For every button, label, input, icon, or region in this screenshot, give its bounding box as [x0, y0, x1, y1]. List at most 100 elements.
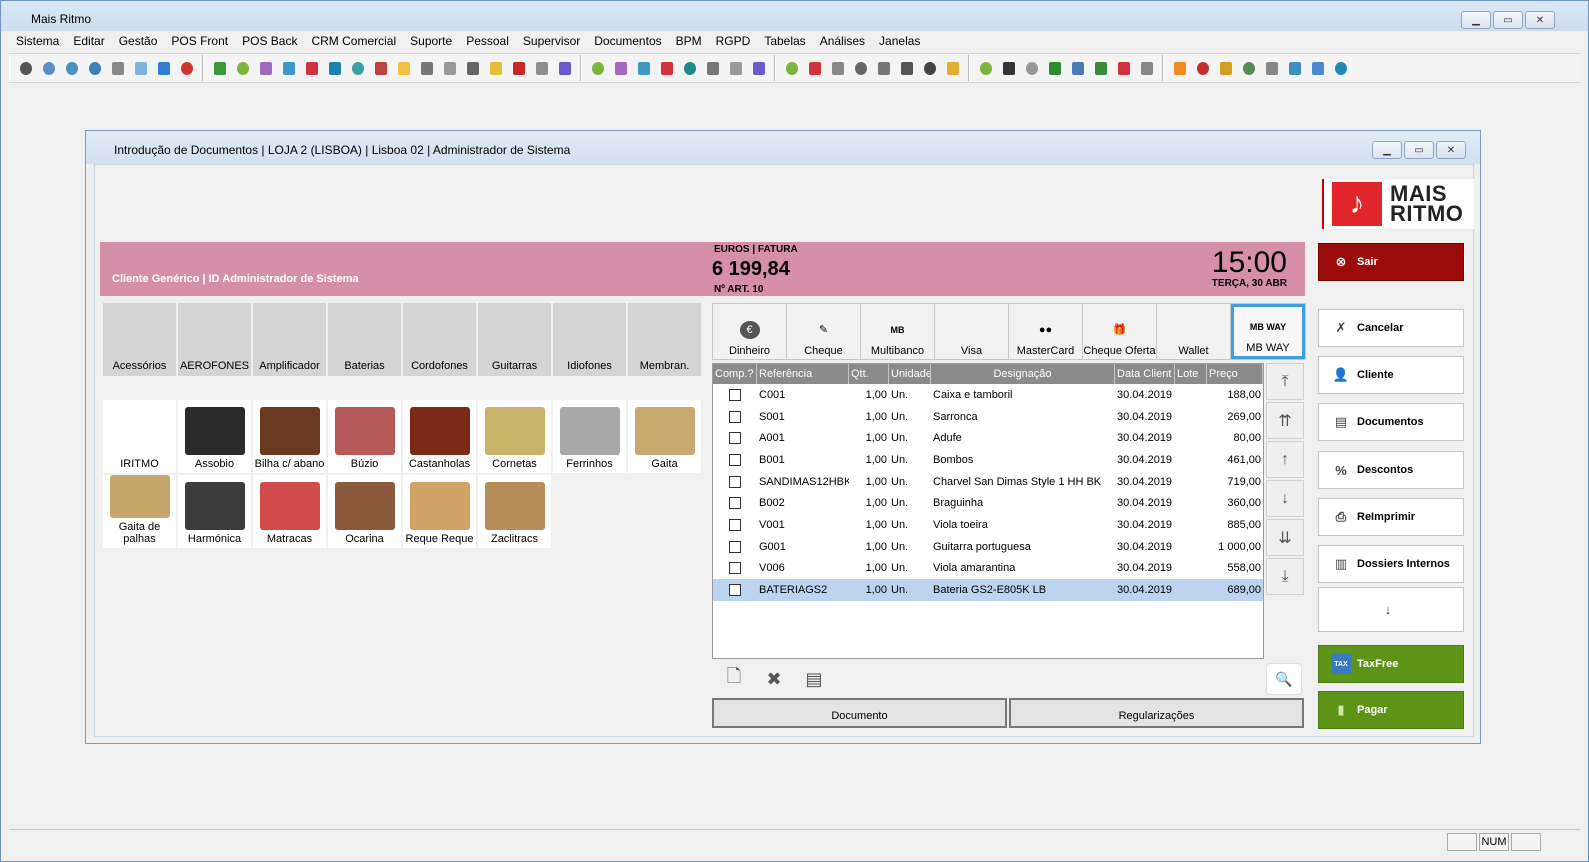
- user3-icon[interactable]: [977, 59, 995, 77]
- user-group-icon[interactable]: [1240, 59, 1258, 77]
- product-tile[interactable]: Matracas: [253, 475, 326, 548]
- comp-checkbox[interactable]: [729, 388, 741, 401]
- column-header[interactable]: Qtt.: [849, 364, 889, 384]
- column-header[interactable]: Unidade: [889, 364, 931, 384]
- user-teal-icon[interactable]: [681, 59, 699, 77]
- barcode2-icon[interactable]: [464, 59, 482, 77]
- product-tile[interactable]: Ferrinhos: [553, 400, 626, 473]
- menu-item-suporte[interactable]: Suporte: [403, 34, 459, 48]
- system-icon[interactable]: [17, 59, 35, 77]
- product-tile[interactable]: Harmónica: [178, 475, 251, 548]
- gear-icon[interactable]: [852, 59, 870, 77]
- menu-item-análises[interactable]: Análises: [813, 34, 872, 48]
- category-tile[interactable]: AEROFONES: [178, 303, 251, 376]
- folder-red3-icon[interactable]: [806, 59, 824, 77]
- comp-checkbox[interactable]: [729, 432, 741, 445]
- column-header[interactable]: Referência: [757, 364, 849, 384]
- column-header[interactable]: Lote: [1175, 364, 1207, 384]
- page-down-button[interactable]: ⇊: [1266, 519, 1304, 556]
- table-row[interactable]: V006 1,00 Un. Viola amarantina 30.04.2019 558…: [713, 558, 1263, 580]
- category-tile[interactable]: Membran.: [628, 303, 701, 376]
- note-icon[interactable]: [487, 59, 505, 77]
- user-blue-icon[interactable]: [1332, 59, 1350, 77]
- payment-visa-button[interactable]: Visa: [935, 304, 1009, 359]
- update-icon[interactable]: [86, 59, 104, 77]
- menu-item-sistema[interactable]: Sistema: [9, 34, 66, 48]
- folder-icon[interactable]: [395, 59, 413, 77]
- column-header[interactable]: Designação: [931, 364, 1115, 384]
- star-icon[interactable]: [944, 59, 962, 77]
- product-tile[interactable]: Gaita: [628, 400, 701, 473]
- comp-checkbox[interactable]: [729, 497, 741, 510]
- client-button[interactable]: 👤 Cliente: [1318, 356, 1464, 394]
- payment-mastercard-button[interactable]: ●● MasterCard: [1009, 304, 1083, 359]
- grid-icon[interactable]: [418, 59, 436, 77]
- book-teal-icon[interactable]: [326, 59, 344, 77]
- column-header[interactable]: Data Client: [1115, 364, 1175, 384]
- book-green-icon[interactable]: [211, 59, 229, 77]
- list-icon[interactable]: [612, 59, 630, 77]
- payment-multibanco-button[interactable]: MB Multibanco: [861, 304, 935, 359]
- category-tile[interactable]: Idiofones: [553, 303, 626, 376]
- pdf-icon[interactable]: [510, 59, 528, 77]
- table-row[interactable]: V001 1,00 Un. Viola toeira 30.04.2019 885,00: [713, 514, 1263, 536]
- comp-checkbox[interactable]: [729, 518, 741, 531]
- move-up-button[interactable]: ↑: [1266, 441, 1304, 478]
- documents-button[interactable]: ▤ Documentos: [1318, 403, 1464, 441]
- documents-icon[interactable]: [109, 59, 127, 77]
- product-tile[interactable]: Castanholas: [403, 400, 476, 473]
- transfer-icon[interactable]: [1046, 59, 1064, 77]
- category-tile[interactable]: Baterias: [328, 303, 401, 376]
- barcode4-icon[interactable]: [829, 59, 847, 77]
- table-row[interactable]: G001 1,00 Un. Guitarra portuguesa 30.04.2019…: [713, 536, 1263, 558]
- tab-documento[interactable]: Documento: [712, 698, 1007, 728]
- users-icon[interactable]: [349, 59, 367, 77]
- menu-item-pessoal[interactable]: Pessoal: [459, 34, 516, 48]
- table-row[interactable]: B001 1,00 Un. Bombos 30.04.2019 461,00: [713, 449, 1263, 471]
- menu-item-janelas[interactable]: Janelas: [872, 34, 927, 48]
- menu-item-pos-back[interactable]: POS Back: [235, 34, 304, 48]
- product-tile[interactable]: Ocarina: [328, 475, 401, 548]
- copy-icon[interactable]: [1286, 59, 1304, 77]
- inner-minimize-button[interactable]: ▁: [1372, 141, 1402, 159]
- menu-item-documentos[interactable]: Documentos: [587, 34, 668, 48]
- page-up-button[interactable]: ⇈: [1266, 402, 1304, 439]
- table-row[interactable]: B002 1,00 Un. Braguinha 30.04.2019 360,00: [713, 492, 1263, 514]
- comp-checkbox[interactable]: [729, 562, 741, 575]
- person-icon[interactable]: [1023, 59, 1041, 77]
- barcode5-icon[interactable]: [1138, 59, 1156, 77]
- product-tile[interactable]: Assobio: [178, 400, 251, 473]
- more-actions-button[interactable]: ↓: [1318, 587, 1464, 632]
- monitor-icon[interactable]: [1069, 59, 1087, 77]
- customer-icon[interactable]: [589, 59, 607, 77]
- product-tile[interactable]: IRITMO: [103, 400, 176, 473]
- book-blue-icon[interactable]: [280, 59, 298, 77]
- comp-checkbox[interactable]: [729, 475, 741, 488]
- cancel-button[interactable]: ✗ Cancelar: [1318, 309, 1464, 347]
- report-icon[interactable]: [372, 59, 390, 77]
- product-tile[interactable]: Gaita de palhas: [103, 475, 176, 548]
- pay-button[interactable]: ▮ Pagar: [1318, 691, 1464, 729]
- folder-red-icon[interactable]: [303, 59, 321, 77]
- column-header[interactable]: Comp.?: [713, 364, 757, 384]
- category-tile[interactable]: Acessórios: [103, 303, 176, 376]
- book-orange-icon[interactable]: [1171, 59, 1189, 77]
- payment-mb-way-button[interactable]: MB WAY MB WAY: [1231, 304, 1305, 359]
- tools-icon[interactable]: [875, 59, 893, 77]
- grid2-icon[interactable]: [704, 59, 722, 77]
- payment-wallet-button[interactable]: Wallet: [1157, 304, 1231, 359]
- money-icon[interactable]: [1092, 59, 1110, 77]
- user-green-icon[interactable]: [234, 59, 252, 77]
- refresh-icon[interactable]: [40, 59, 58, 77]
- book-icon[interactable]: [635, 59, 653, 77]
- image-icon[interactable]: [556, 59, 574, 77]
- product-tile[interactable]: Búzio: [328, 400, 401, 473]
- barcode3-icon[interactable]: [727, 59, 745, 77]
- category-tile[interactable]: Cordofones: [403, 303, 476, 376]
- reprint-button[interactable]: ⎙ ReImprimir: [1318, 498, 1464, 536]
- table-row[interactable]: C001 1,00 Un. Caixa e tamboril 30.04.2019 188…: [713, 384, 1263, 406]
- user2-icon[interactable]: [783, 59, 801, 77]
- folder-red4-icon[interactable]: [1115, 59, 1133, 77]
- table-row[interactable]: SANDIMAS12HBK 1,00 Un. Charvel San Dimas St…: [713, 471, 1263, 493]
- table-row[interactable]: S001 1,00 Un. Sarronca 30.04.2019 269,00: [713, 406, 1263, 428]
